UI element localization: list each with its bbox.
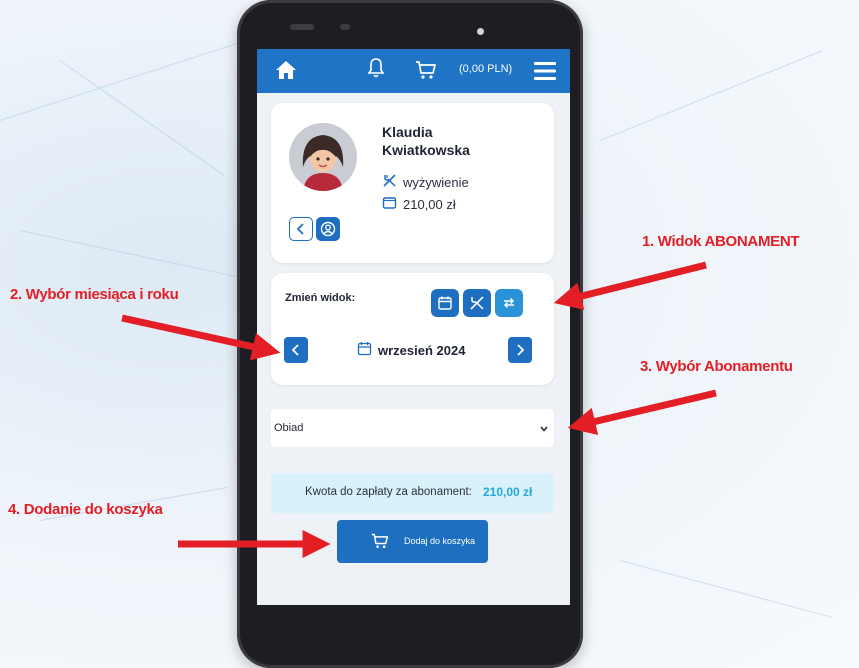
meals-view-button[interactable] [463,289,491,317]
annotation-3: 3. Wybór Abonamentu [640,358,793,375]
balance-row: 210,00 zł [382,195,456,213]
calendar-view-button[interactable] [431,289,459,317]
chevron-right-icon [517,344,525,356]
cutlery-icon [470,296,484,310]
month-selector[interactable]: wrzesień 2024 [357,341,465,359]
view-card: Zmień widok: wrzesień 2024 [271,273,554,385]
cart-icon[interactable] [415,59,437,86]
app-screen: (0,00 PLN) Klaudia Kwiatkowska wyżywieni… [257,49,570,605]
wallet-icon [382,195,397,213]
user-name: Klaudia Kwiatkowska [382,123,532,159]
avatar [289,123,357,191]
cart-total[interactable]: (0,00 PLN) [459,63,512,75]
subscription-select[interactable]: Obiad [271,409,554,447]
add-to-cart-button[interactable]: Dodaj do koszyka [337,520,488,563]
user-icon [320,221,336,237]
arrow-1 [553,261,707,310]
profile-card: Klaudia Kwiatkowska wyżywienie 210,00 zł [271,103,554,263]
next-month-button[interactable] [508,337,532,363]
change-view-label: Zmień widok: [285,292,356,304]
annotation-2: 2. Wybór miesiąca i roku [10,286,179,303]
balance-value: 210,00 zł [403,196,456,212]
annotation-4: 4. Dodanie do koszyka [8,501,163,518]
calendar-icon [357,341,372,359]
profile-actions [289,217,340,241]
chevron-left-icon [296,223,304,235]
payment-amount: 210,00 zł [483,485,533,499]
view-switcher [431,289,523,317]
bell-icon[interactable] [367,57,385,84]
top-bar: (0,00 PLN) [257,49,570,93]
background-line [599,50,823,141]
service-name: wyżywienie [403,174,469,190]
current-month: wrzesień 2024 [378,342,466,358]
previous-profile-button[interactable] [289,217,313,241]
swap-icon [503,297,515,309]
arrow-3 [567,389,717,436]
add-to-cart-label: Dodaj do koszyka [404,536,476,546]
chevron-left-icon [291,344,299,356]
annotation-1: 1. Widok ABONAMENT [642,233,800,250]
subscription-view-button[interactable] [495,289,523,317]
background-line [0,39,248,121]
calendar-icon [438,296,452,310]
background-line [19,230,246,279]
hamburger-menu-icon[interactable] [533,60,557,87]
subscription-selected-value: Obiad [274,422,304,434]
phone-sensor [340,24,350,30]
background-line [619,560,833,618]
cart-icon [371,532,389,552]
background-line [59,60,225,176]
user-first-name: Klaudia [382,124,433,140]
payment-summary: Kwota do zapłaty za abonament: 210,00 zł [271,473,554,513]
home-icon[interactable] [275,59,297,86]
chevron-down-icon [540,423,548,435]
phone-speaker [290,24,314,30]
service-row: wyżywienie [382,173,469,191]
user-last-name: Kwiatkowska [382,142,470,158]
cutlery-icon [382,173,397,191]
previous-month-button[interactable] [284,337,308,363]
payment-label: Kwota do zapłaty za abonament: [305,486,472,498]
user-profile-button[interactable] [316,217,340,241]
phone-camera [477,28,484,35]
